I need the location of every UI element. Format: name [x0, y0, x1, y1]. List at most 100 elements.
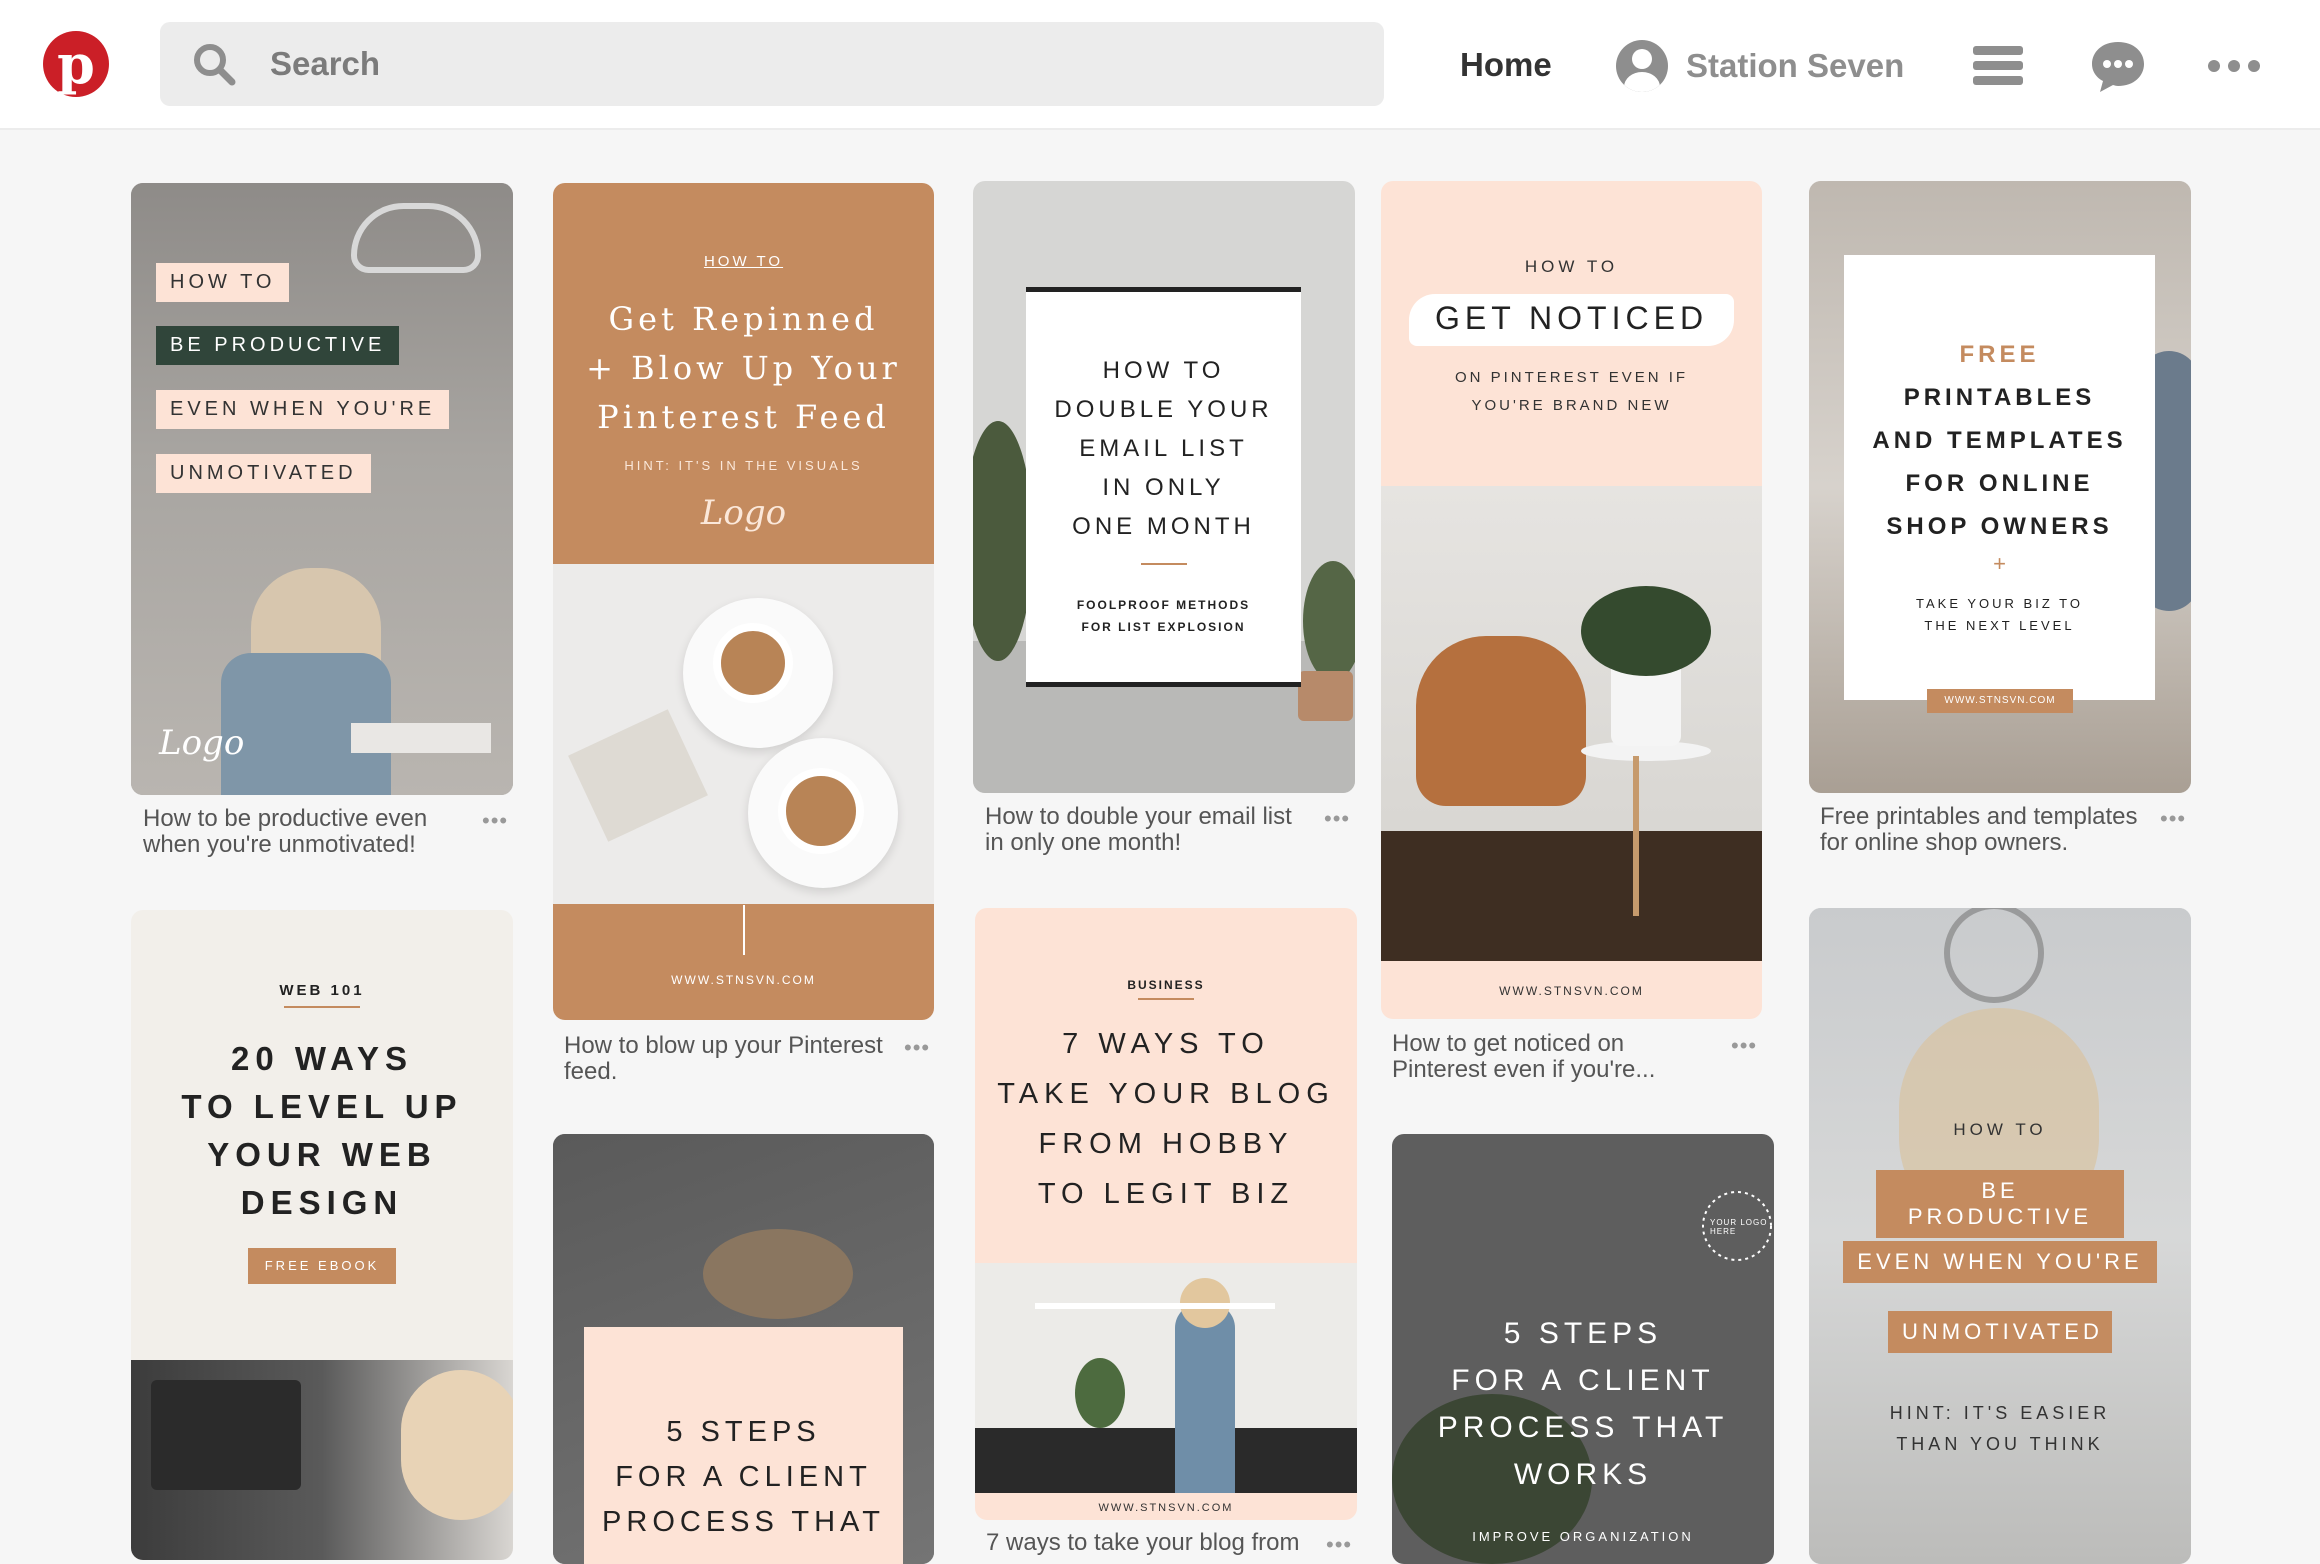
pin-line: ON PINTEREST EVEN IF — [1454, 369, 1689, 386]
divider-line — [743, 905, 745, 955]
pin-line: BE PRODUCTIVE — [1876, 1170, 2124, 1238]
menu-icon[interactable] — [1969, 36, 2029, 96]
pin-more-icon[interactable]: ••• — [1326, 1532, 1352, 1558]
pin-card[interactable]: FREE PRINTABLES AND TEMPLATES FOR ONLINE… — [1809, 181, 2191, 793]
pin-line: Get Repinned — [608, 300, 879, 338]
pin-hint: HINT: IT'S IN THE VISUALS — [624, 458, 863, 473]
pin-kicker: BUSINESS — [1127, 978, 1205, 992]
table-leg-shape — [1633, 756, 1639, 916]
pin-line: HINT: IT'S EASIER — [1889, 1403, 2111, 1423]
pin-more-icon[interactable]: ••• — [482, 808, 508, 834]
profile-name: Station Seven — [1686, 47, 1905, 84]
pin-card[interactable]: HOW TO DOUBLE YOUR EMAIL LIST IN ONLY ON… — [973, 181, 1355, 793]
pin-line: FOR LIST EXPLOSION — [1081, 620, 1246, 634]
pin-line: FREE — [1959, 341, 2040, 368]
pin-line: PROCESS THAT — [1437, 1411, 1729, 1444]
pin-line: EMAIL LIST — [1079, 435, 1248, 462]
nav-home-link[interactable]: Home — [1460, 0, 1552, 130]
laptop-screen-shape — [151, 1380, 301, 1490]
profile-link[interactable]: Station Seven — [1616, 40, 1904, 92]
pin-card[interactable]: HOW TO BE PRODUCTIVE EVEN WHEN YOU'RE UN… — [131, 183, 513, 795]
pin-line: PRINTABLES — [1903, 384, 2096, 411]
pin-more-icon[interactable]: ••• — [1324, 806, 1350, 832]
plant-shape — [1303, 561, 1355, 681]
caption-line: for online shop owners. — [1820, 829, 2069, 856]
counter-shape — [975, 1428, 1357, 1493]
pin-line: WORKS — [1513, 1458, 1653, 1491]
pin-line: YOUR WEB — [207, 1136, 437, 1173]
divider-line — [1138, 998, 1194, 1000]
free-ebook-button: FREE EBOOK — [248, 1248, 396, 1284]
pin-kicker: HOW TO — [703, 253, 784, 270]
pin-more-icon[interactable]: ••• — [1731, 1033, 1757, 1059]
pin-logo-text: Logo — [159, 723, 245, 763]
caption-line: Pinterest even if you're... — [1392, 1056, 1656, 1083]
pin-title: 5 STEPS FOR A CLIENT PROCESS THAT — [584, 1410, 903, 1545]
pin-line: Pinterest Feed — [597, 398, 890, 436]
search-bar[interactable]: Search — [160, 22, 1384, 106]
pin-subtitle: TAKE YOUR BIZ TO THE NEXT LEVEL — [1844, 593, 2155, 637]
pin-url: WWW.STNSVN.COM — [671, 973, 816, 987]
pin-title: GET NOTICED — [1434, 300, 1709, 336]
pin-card[interactable]: 5 STEPS FOR A CLIENT PROCESS THAT — [553, 1134, 934, 1564]
plant-shape — [1075, 1358, 1125, 1428]
pin-kicker: WEB 101 — [279, 982, 365, 999]
pin-card[interactable]: BUSINESS 7 WAYS TO TAKE YOUR BLOG FROM H… — [975, 908, 1357, 1520]
person-shape — [1175, 1303, 1235, 1493]
pin-caption: How to blow up your Pinterest feed. — [564, 1033, 883, 1085]
caption-line: How to be productive even — [143, 805, 428, 832]
more-options-icon[interactable] — [2204, 36, 2264, 96]
caption-line: Free printables and templates — [1820, 803, 2138, 830]
pin-line: IN ONLY — [1102, 474, 1225, 501]
laptop-shape — [351, 723, 491, 753]
pin-line: TO LEGIT BIZ — [1037, 1178, 1295, 1210]
pin-line: THAN YOU THINK — [1896, 1434, 2104, 1454]
plant-shape — [973, 421, 1033, 661]
pin-subtitle: ON PINTEREST EVEN IF YOU'RE BRAND NEW — [1381, 364, 1762, 420]
pinterest-logo-icon[interactable]: p — [43, 31, 109, 97]
pin-subtitle: FOOLPROOF METHODS FOR LIST EXPLOSION — [1026, 594, 1301, 638]
pin-line: AND TEMPLATES — [1872, 427, 2127, 454]
pin-caption: How to get noticed on Pinterest even if … — [1392, 1031, 1655, 1083]
messages-icon[interactable] — [2088, 36, 2148, 96]
person-hair-shape — [401, 1370, 513, 1520]
search-input[interactable]: Search — [270, 22, 380, 106]
pin-line: DESIGN — [240, 1184, 404, 1221]
pot-shape — [1298, 671, 1353, 721]
pin-line: THE NEXT LEVEL — [1924, 618, 2075, 633]
wood-floor — [1381, 831, 1762, 961]
pin-line: TO LEVEL UP — [181, 1088, 463, 1125]
pin-card[interactable]: HOW TO Get Repinned + Blow Up Your Pinte… — [553, 183, 934, 1020]
pin-caption: 7 ways to take your blog from — [986, 1530, 1299, 1556]
caption-line: How to blow up your Pinterest — [564, 1032, 883, 1059]
pin-line: FOR A CLIENT — [615, 1461, 872, 1493]
pin-line: EVEN WHEN YOU'RE — [156, 390, 450, 429]
pin-card[interactable]: YOUR LOGO HERE 5 STEPS FOR A CLIENT PROC… — [1392, 1134, 1774, 1564]
top-bar: p Search Home Station Seven — [0, 0, 2320, 130]
pin-line: EVEN WHEN YOU'RE — [1843, 1241, 2157, 1283]
cookie-shape — [703, 1229, 853, 1319]
pin-more-icon[interactable]: ••• — [904, 1035, 930, 1061]
pin-line: + Blow Up Your — [586, 349, 901, 387]
caption-line: when you're unmotivated! — [143, 831, 416, 858]
pin-url: WWW.STNSVN.COM — [1927, 689, 2073, 713]
pin-kicker: HOW TO — [1953, 1120, 2047, 1139]
pin-card[interactable]: WEB 101 20 WAYS TO LEVEL UP YOUR WEB DES… — [131, 910, 513, 1560]
pin-title: HOW TO DOUBLE YOUR EMAIL LIST IN ONLY ON… — [1026, 351, 1301, 546]
logo-badge-text: YOUR LOGO HERE — [1710, 1218, 1768, 1236]
pin-kicker: HOW TO — [1524, 257, 1619, 276]
divider-line — [1141, 563, 1187, 565]
pin-line: FOR A CLIENT — [1451, 1364, 1715, 1397]
pin-title: 5 STEPS FOR A CLIENT PROCESS THAT WORKS — [1392, 1310, 1774, 1498]
pin-url: WWW.STNSVN.COM — [1499, 984, 1644, 998]
pin-more-icon[interactable]: ••• — [2160, 806, 2186, 832]
pin-line: DOUBLE YOUR — [1054, 396, 1273, 423]
pin-line: TAKE YOUR BIZ TO — [1916, 596, 2083, 611]
pin-card[interactable]: HOW TO GET NOTICED ON PINTEREST EVEN IF … — [1381, 181, 1762, 1019]
pin-line: ONE MONTH — [1072, 513, 1255, 540]
pin-subtitle: IMPROVE ORGANIZATION — [1472, 1529, 1694, 1544]
pin-caption: Free printables and templates for online… — [1820, 804, 2138, 856]
divider-line — [284, 1006, 360, 1008]
pin-card[interactable]: HOW TO BE PRODUCTIVE EVEN WHEN YOU'RE UN… — [1809, 908, 2191, 1564]
pin-line: 5 STEPS — [666, 1416, 821, 1448]
